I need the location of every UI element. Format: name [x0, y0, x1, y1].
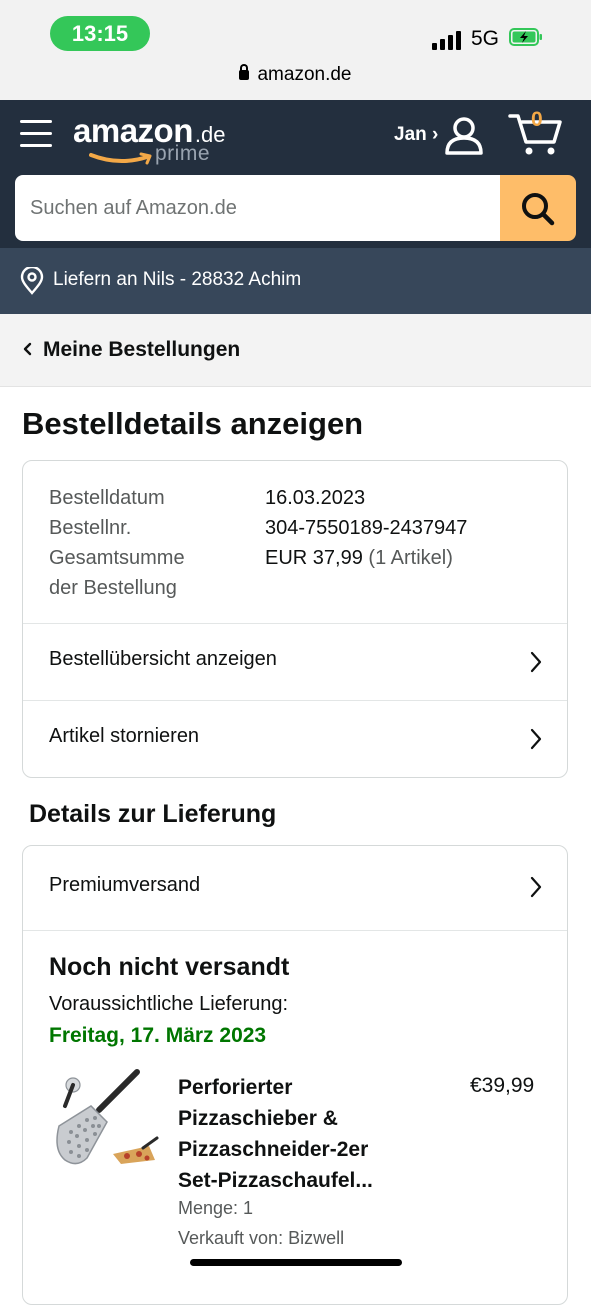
deliver-to-bar[interactable]: Liefern an Nils - 28832 Achim: [0, 248, 591, 314]
product-seller: Verkauft von: Bizwell: [178, 1228, 345, 1248]
status-bar: 13:15 5G amazon.de: [0, 0, 591, 100]
view-order-summary-label: Bestellübersicht anzeigen: [49, 648, 277, 670]
delivery-card: Premiumversand Noch nicht versandt Vorau…: [22, 845, 568, 1305]
hamburger-menu-icon[interactable]: [20, 120, 52, 148]
shipping-method-label: Premiumversand: [49, 874, 201, 896]
order-summary-card: Bestelldatum 16.03.2023 Bestellnr. 304-7…: [22, 460, 568, 778]
lock-icon: [239, 64, 250, 80]
amazon-logo[interactable]: amazon.de prime: [73, 112, 225, 165]
product-quantity: Menge: 1: [178, 1198, 254, 1218]
order-date-value: 16.03.2023: [265, 487, 366, 509]
address-bar[interactable]: amazon.de: [0, 64, 591, 86]
order-total-label-line2: der Bestellung: [49, 577, 177, 599]
home-indicator[interactable]: [190, 1259, 402, 1266]
page-title: Bestelldetails anzeigen: [22, 406, 364, 441]
view-order-summary-link[interactable]: Bestellübersicht anzeigen: [23, 623, 567, 702]
eta-label: Voraussichtliche Lieferung:: [49, 993, 289, 1015]
search-button[interactable]: [500, 175, 576, 241]
logo-smile-icon: [89, 152, 152, 165]
order-number-value: 304-7550189-2437947: [265, 517, 468, 539]
order-item-count: (1 Artikel): [368, 547, 453, 569]
chevron-right-icon: [530, 728, 542, 750]
divider: [23, 930, 567, 931]
order-total-value: EUR 37,99: [265, 547, 363, 569]
product-title-link[interactable]: Perforierter Pizzaschieber & Pizzaschnei…: [178, 1072, 408, 1196]
back-link-label: Meine Bestellungen: [43, 338, 241, 361]
order-date-label: Bestelldatum: [49, 487, 165, 509]
back-to-orders-link[interactable]: Meine Bestellungen: [0, 314, 591, 387]
site-header: amazon.de prime Jan › 0: [0, 100, 591, 248]
order-total-label-line1: Gesamtsumme: [49, 547, 185, 569]
chevron-left-icon: [23, 342, 32, 356]
clock: 13:15: [50, 16, 150, 51]
logo-prime: prime: [155, 142, 211, 165]
network-type: 5G: [471, 27, 500, 50]
signal-icon: [432, 30, 464, 50]
eta-date: Freitag, 17. März 2023: [49, 1024, 267, 1047]
search-input[interactable]: [15, 175, 501, 241]
search-icon: [522, 193, 555, 226]
delivery-section-title: Details zur Lieferung: [29, 800, 277, 828]
url-text: amazon.de: [257, 64, 352, 85]
order-total-value-wrap: EUR 37,99 (1 Artikel): [265, 543, 565, 573]
account-link[interactable]: Jan ›: [394, 124, 438, 146]
chevron-right-icon: [530, 876, 542, 898]
battery-icon: [509, 28, 542, 46]
cancel-items-link[interactable]: Artikel stornieren: [23, 700, 567, 779]
product-price: €39,99: [470, 1074, 535, 1097]
order-number-label: Bestellnr.: [49, 517, 132, 539]
shipment-status: Noch nicht versandt: [49, 953, 290, 981]
deliver-to-text: Liefern an Nils - 28832 Achim: [53, 269, 302, 290]
user-icon[interactable]: [444, 116, 484, 156]
cancel-items-label: Artikel stornieren: [49, 725, 200, 747]
product-image[interactable]: [51, 1068, 161, 1178]
location-pin-icon: [20, 267, 44, 295]
cart-count-badge: 0: [531, 108, 543, 131]
shipping-method-link[interactable]: Premiumversand: [23, 846, 567, 930]
search-bar: [15, 175, 576, 241]
chevron-right-icon: [530, 651, 542, 673]
